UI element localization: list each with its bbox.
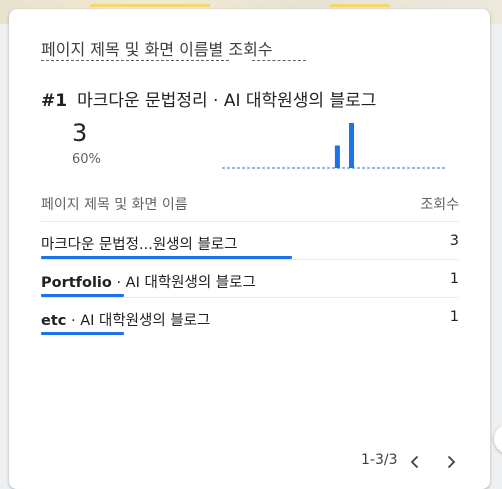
table-row[interactable]: Portfolio · AI 대학원생의 블로그 1: [41, 259, 459, 297]
page-views-card: 페이지 제목 및 화면 이름별 조회수 #1 마크다운 문법정리 · AI 대학원…: [9, 9, 490, 489]
top-item-heading: #1 마크다운 문법정리 · AI 대학원생의 블로그: [41, 86, 376, 111]
column-header-views[interactable]: 조회수: [420, 194, 459, 214]
row-share-bar: [41, 332, 124, 335]
row-views: 1: [449, 271, 459, 287]
chevron-left-icon[interactable]: [406, 453, 424, 471]
row-page-title: Portfolio · AI 대학원생의 블로그: [41, 275, 256, 291]
top-item-rank: #1: [41, 91, 68, 111]
top-item-value: 3: [72, 119, 88, 147]
top-item-percent: 60%: [72, 152, 101, 167]
table-row[interactable]: 마크다운 문법정...원생의 블로그 3: [41, 221, 459, 259]
top-item-name: 마크다운 문법정리 · AI 대학원생의 블로그: [77, 91, 377, 111]
column-header-name[interactable]: 페이지 제목 및 화면 이름: [41, 194, 188, 214]
sparkline-bar: [349, 123, 354, 168]
pagination-label: 1-3/3: [361, 452, 398, 468]
row-views: 1: [449, 309, 459, 325]
chevron-right-icon[interactable]: [442, 453, 460, 471]
sparkline-bar: [334, 145, 340, 168]
title-dimension-underline: [41, 60, 229, 61]
row-page-title: etc · AI 대학원생의 블로그: [41, 313, 211, 329]
title-metric-underline: [252, 60, 306, 61]
map-road: [330, 4, 390, 7]
row-views: 3: [449, 233, 459, 249]
sparkline-chart: [222, 123, 447, 169]
floating-action-button[interactable]: [494, 424, 502, 454]
row-page-title: 마크다운 문법정...원생의 블로그: [41, 237, 238, 253]
card-title[interactable]: 페이지 제목 및 화면 이름별 조회수: [41, 36, 273, 60]
map-road: [90, 4, 210, 7]
table-row[interactable]: etc · AI 대학원생의 블로그 1: [41, 297, 459, 335]
